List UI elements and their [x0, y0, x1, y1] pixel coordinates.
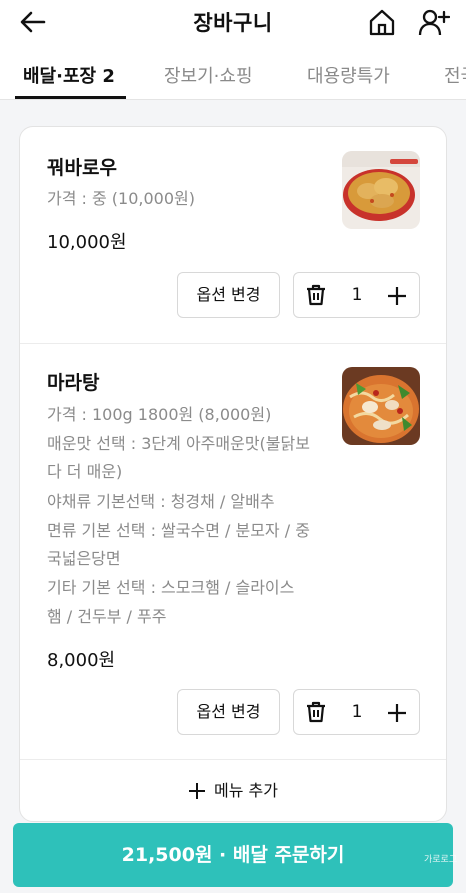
plus-icon[interactable] — [386, 702, 408, 724]
change-option-button[interactable]: 옵션 변경 — [177, 272, 280, 318]
item-option-line: 국넓은당면 — [47, 549, 121, 568]
item-option-line: 다 더 매운) — [47, 462, 123, 481]
watermark: 가로로그 — [424, 855, 458, 865]
tab-nationwide[interactable]: 전국 — [444, 62, 466, 88]
change-option-button[interactable]: 옵션 변경 — [177, 689, 280, 735]
quantity-value: 1 — [351, 702, 363, 722]
item-option-line: 야채류 기본선택 : 청경채 / 알배추 — [47, 492, 275, 511]
tab-bulk-deals[interactable]: 대용량특가 — [307, 62, 390, 88]
add-menu-button[interactable]: 메뉴 추가 — [20, 759, 446, 821]
item-name: 마라탕 — [47, 372, 100, 394]
home-icon[interactable] — [367, 7, 397, 37]
item-option-line: 햄 / 건두부 / 푸주 — [47, 607, 167, 626]
tab-grocery-shopping[interactable]: 장보기·쇼핑 — [164, 62, 253, 88]
add-user-icon[interactable] — [418, 6, 450, 38]
food-photo — [342, 151, 420, 229]
trash-icon[interactable] — [305, 701, 327, 723]
plus-icon[interactable] — [386, 285, 408, 307]
active-tab-indicator — [15, 96, 126, 99]
tab-delivery-pickup[interactable]: 배달·포장 2 — [23, 62, 115, 88]
category-tabs: 배달·포장 2 장보기·쇼핑 대용량특가 전국 — [0, 44, 466, 100]
order-button[interactable]: 21,500원 · 배달 주문하기 — [13, 823, 453, 887]
quantity-stepper: 1 — [293, 272, 420, 318]
add-menu-label: 메뉴 추가 — [214, 781, 278, 800]
cart-item: 꿔바로우 가격 : 중 (10,000원) 10,000원 옵션 변경 1 — [20, 127, 446, 343]
quantity-stepper: 1 — [293, 689, 420, 735]
item-price: 8,000원 — [47, 650, 116, 671]
trash-icon[interactable] — [305, 284, 327, 306]
item-name: 꿔바로우 — [47, 157, 117, 179]
item-option-line: 가격 : 중 (10,000원) — [47, 189, 195, 208]
quantity-value: 1 — [351, 285, 363, 305]
item-option-line: 면류 기본 선택 : 쌀국수면 / 분모자 / 중 — [47, 521, 310, 540]
top-app-bar: 장바구니 — [0, 0, 466, 44]
cart-item: 마라탕 가격 : 100g 1800원 (8,000원) 매운맛 선택 : 3단… — [20, 344, 446, 759]
item-price: 10,000원 — [47, 232, 127, 253]
item-option-line: 기타 기본 선택 : 스모크햄 / 슬라이스 — [47, 578, 295, 597]
item-option-line: 매운맛 선택 : 3단계 아주매운맛(불닭보 — [47, 434, 310, 453]
item-option-line: 가격 : 100g 1800원 (8,000원) — [47, 405, 272, 424]
food-photo — [342, 367, 420, 445]
cart-card: 꿔바로우 가격 : 중 (10,000원) 10,000원 옵션 변경 1 마라… — [19, 126, 447, 822]
plus-icon — [189, 783, 206, 799]
